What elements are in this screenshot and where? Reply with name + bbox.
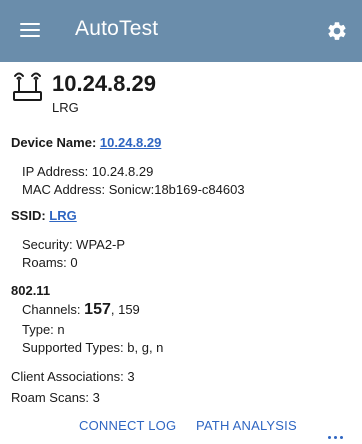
roams: Roams: 0	[22, 255, 78, 270]
channels-label: Channels:	[22, 302, 81, 317]
device-name-link[interactable]: 10.24.8.29	[100, 135, 161, 150]
ip-address: IP Address: 10.24.8.29	[22, 164, 154, 179]
ssid-label: SSID:	[11, 208, 46, 223]
security: Security: WPA2-P	[22, 237, 126, 252]
hamburger-menu-icon[interactable]	[20, 23, 40, 38]
client-associations: Client Associations: 3	[11, 369, 135, 384]
roam-scans: Roam Scans: 3	[11, 390, 100, 405]
connect-log-button[interactable]: CONNECT LOG	[79, 418, 176, 433]
device-name-row: Device Name: 10.24.8.29	[11, 135, 161, 151]
device-ip-title: 10.24.8.29	[52, 71, 156, 96]
app-bar: AutoTest	[0, 0, 362, 62]
device-name-label: Device Name:	[11, 135, 97, 150]
path-analysis-button[interactable]: PATH ANALYSIS	[196, 418, 297, 433]
channels-primary: 157	[84, 301, 111, 318]
mac-address: MAC Address: Sonicw:18b169-c84603	[22, 182, 245, 197]
wifi-access-point-icon	[13, 72, 42, 101]
more-horizontal-icon[interactable]	[328, 426, 346, 444]
gear-icon[interactable]	[326, 20, 348, 42]
app-title: AutoTest	[75, 17, 159, 40]
type: Type: n	[22, 322, 65, 337]
channels-secondary: , 159	[110, 302, 140, 317]
device-ssid-subtitle: LRG	[52, 100, 79, 115]
ssid-row: SSID: LRG	[11, 208, 77, 224]
ssid-link[interactable]: LRG	[49, 208, 76, 223]
supported-types: Supported Types: b, g, n	[22, 340, 164, 355]
section-80211-heading: 802.11	[11, 283, 51, 298]
channels-row: Channels: 157, 159	[22, 302, 140, 318]
